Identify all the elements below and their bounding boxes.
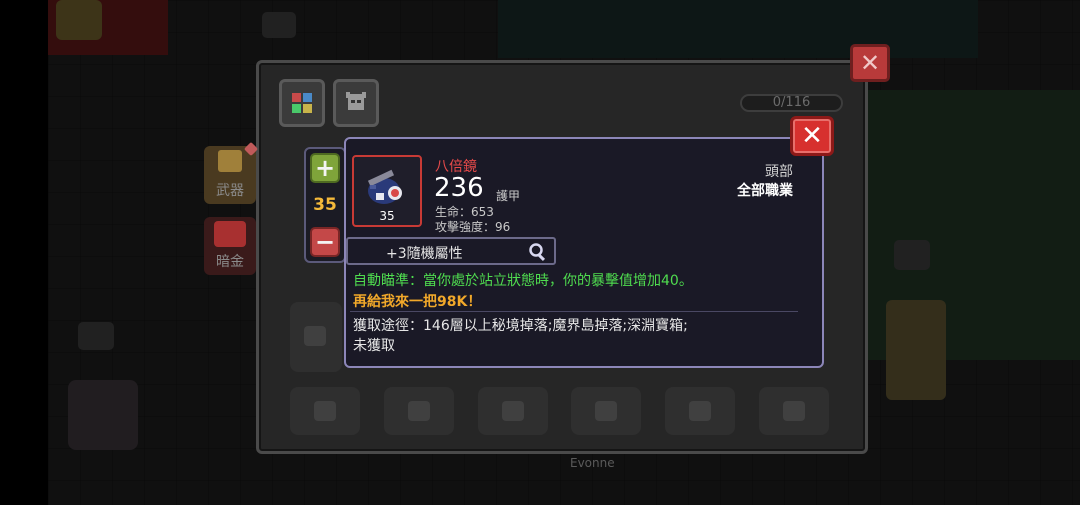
inventory-close-button[interactable]: ✕ bbox=[850, 44, 890, 82]
magnifier-icon[interactable] bbox=[528, 242, 548, 262]
random-attribute-label: +3隨機屬性 bbox=[386, 246, 463, 262]
stat-value: 96 bbox=[495, 220, 511, 234]
stat-value: 653 bbox=[471, 205, 494, 219]
helmet-icon bbox=[346, 92, 366, 110]
stat-label: 攻擊強度： bbox=[435, 220, 496, 234]
skill-quote: 再給我來一把98K！ bbox=[353, 294, 482, 310]
tab-equipment[interactable] bbox=[333, 79, 379, 127]
inventory-slot[interactable] bbox=[290, 302, 342, 372]
decrease-button[interactable]: − bbox=[310, 227, 340, 257]
slot-item-silhouette bbox=[408, 401, 430, 421]
inventory-slot[interactable] bbox=[571, 387, 641, 435]
item-slot: 頭部 bbox=[765, 164, 793, 180]
inventory-slot[interactable] bbox=[759, 387, 829, 435]
side-tab-weapon[interactable]: 武器 bbox=[204, 146, 256, 204]
inventory-slot[interactable] bbox=[384, 387, 454, 435]
plus-icon: + bbox=[314, 154, 336, 182]
color-grid-icon bbox=[292, 93, 312, 113]
chest-icon bbox=[214, 221, 246, 247]
quantity-stepper: + 35 − bbox=[304, 147, 346, 263]
side-tab-weapon-label: 武器 bbox=[216, 183, 244, 199]
close-icon: ✕ bbox=[801, 121, 823, 151]
stepper-value: 35 bbox=[313, 195, 337, 215]
side-tab-dark-gold-label: 暗金 bbox=[216, 254, 244, 270]
skill-effect: 自動瞄準：當你處於站立狀態時，你的暴擊值增加40。 bbox=[353, 273, 693, 289]
minus-icon: − bbox=[314, 228, 336, 256]
stat-label: 生命： bbox=[435, 205, 472, 219]
slot-item-silhouette bbox=[783, 401, 805, 421]
item-type: 護甲 bbox=[496, 189, 521, 203]
inventory-slot[interactable] bbox=[290, 387, 360, 435]
slot-item-silhouette bbox=[304, 326, 326, 346]
inventory-count: 0/116 bbox=[740, 94, 843, 112]
inventory-slot[interactable] bbox=[665, 387, 735, 435]
side-tab-dark-gold[interactable]: 暗金 bbox=[204, 217, 256, 275]
increase-button[interactable]: + bbox=[310, 153, 340, 183]
inventory-slot[interactable] bbox=[478, 387, 548, 435]
item-power: 236 bbox=[434, 173, 484, 203]
npc-name-label: Evonne bbox=[570, 456, 615, 470]
slot-item-silhouette bbox=[689, 401, 711, 421]
item-job: 全部職業 bbox=[737, 183, 793, 199]
source-line: 獲取途徑：146層以上秘境掉落;魔界島掉落;深淵寶箱; bbox=[353, 318, 688, 334]
random-attribute-bar[interactable]: +3隨機屬性 bbox=[346, 237, 556, 265]
tab-all-items[interactable] bbox=[279, 79, 325, 127]
item-icon-frame: 35 bbox=[352, 155, 422, 227]
item-source: 獲取途徑：146層以上秘境掉落;魔界島掉落;深淵寶箱; 未獲取 bbox=[353, 316, 793, 356]
slot-item-silhouette bbox=[595, 401, 617, 421]
item-quantity: 35 bbox=[379, 209, 395, 223]
divider bbox=[350, 311, 798, 312]
item-detail-close-button[interactable]: ✕ bbox=[790, 116, 834, 156]
shield-icon bbox=[218, 150, 242, 172]
stat-row: 攻擊強度：96 bbox=[435, 218, 510, 235]
slot-item-silhouette bbox=[502, 401, 524, 421]
close-icon: ✕ bbox=[859, 49, 881, 77]
slot-item-silhouette bbox=[314, 401, 336, 421]
scope-helmet-icon bbox=[367, 169, 402, 204]
acquired-status: 未獲取 bbox=[353, 338, 395, 354]
